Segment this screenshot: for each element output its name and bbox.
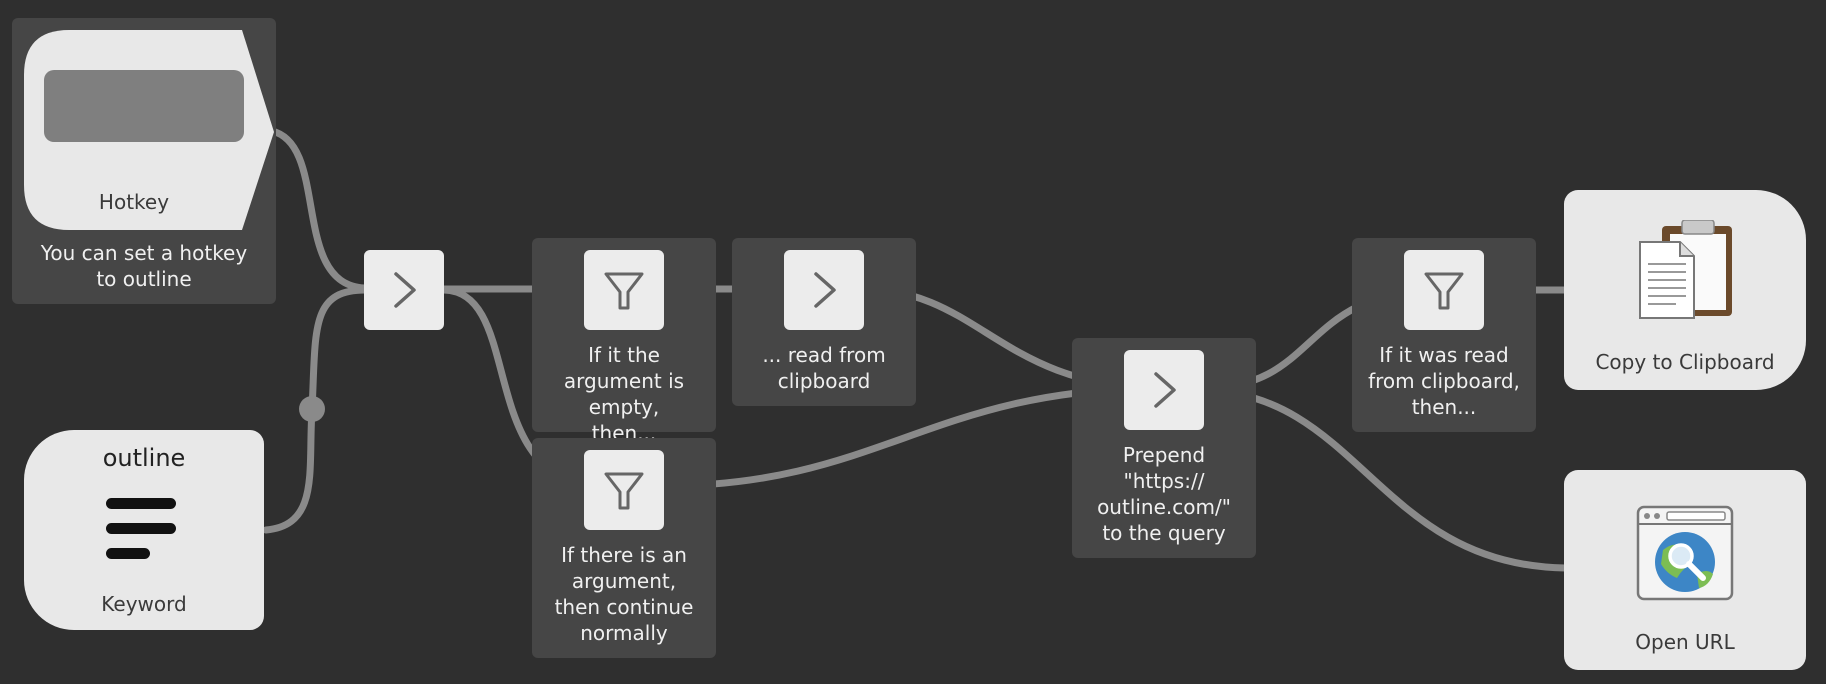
read-clipboard-node[interactable] — [784, 250, 864, 330]
arg-empty-filter-node[interactable] — [584, 250, 664, 330]
arg-present-filter-node[interactable] — [584, 450, 664, 530]
was-clipboard-note: If it was read from clipboard, then... — [1368, 343, 1520, 419]
open-url-label: Open URL — [1635, 630, 1735, 654]
prepend-node[interactable] — [1124, 350, 1204, 430]
filter-icon — [604, 272, 644, 310]
wire-hotkey-to-router — [268, 127, 369, 292]
filter-icon — [604, 472, 644, 510]
keyword-trigger[interactable]: outline Keyword — [24, 430, 264, 630]
browser-globe-icon — [1636, 505, 1734, 601]
hotkey-field-icon — [44, 70, 244, 142]
keyword-text: outline — [102, 444, 186, 472]
hotkey-trigger[interactable]: Hotkey — [24, 30, 274, 230]
chevron-right-icon — [814, 272, 836, 308]
text-lines-icon — [106, 498, 178, 564]
copy-to-clipboard-output[interactable]: Copy to Clipboard — [1564, 190, 1806, 390]
arg-empty-note: If it the argument is empty, then... — [563, 343, 685, 445]
keyword-label: Keyword — [101, 592, 187, 616]
wire-joint-dot — [299, 396, 325, 422]
hotkey-note: You can set a hotkey to outline — [40, 241, 248, 291]
read-clipboard-note: ... read from clipboard — [762, 343, 886, 393]
router-node[interactable] — [364, 250, 444, 330]
filter-icon — [1424, 272, 1464, 310]
open-url-output[interactable]: Open URL — [1564, 470, 1806, 670]
clipboard-icon — [1639, 220, 1732, 319]
chevron-right-icon — [394, 272, 416, 308]
prepend-note: Prepend "https:// outline.com/" to the q… — [1097, 443, 1231, 545]
chevron-right-icon — [1154, 372, 1176, 408]
was-clipboard-filter-node[interactable] — [1404, 250, 1484, 330]
arg-present-note: If there is an argument, then continue n… — [554, 543, 694, 645]
hotkey-label: Hotkey — [98, 190, 170, 214]
copy-to-clipboard-label: Copy to Clipboard — [1595, 350, 1775, 374]
